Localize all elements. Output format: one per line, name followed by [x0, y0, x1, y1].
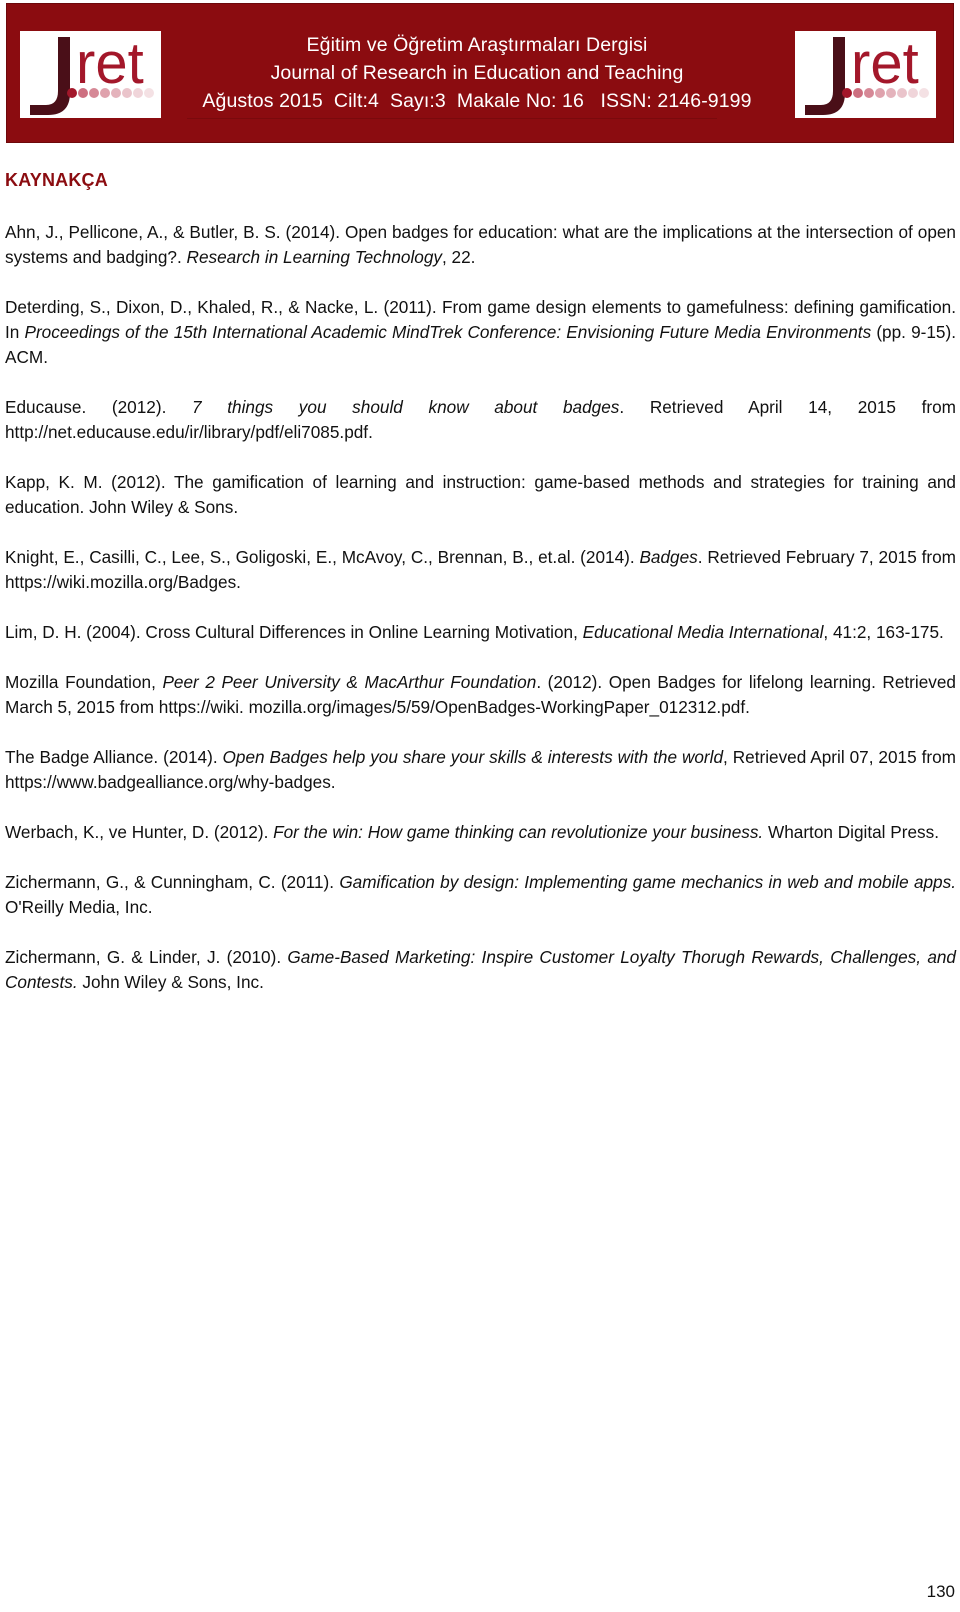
- page-number: 130: [926, 1582, 955, 1601]
- reference-entry: The Badge Alliance. (2014). Open Badges …: [5, 745, 956, 795]
- reference-text: The Badge Alliance. (2014).: [5, 747, 223, 767]
- header-divider: [187, 118, 717, 119]
- reference-entry: Ahn, J., Pellicone, A., & Butler, B. S. …: [5, 220, 956, 270]
- jret-logo-icon: ret: [805, 31, 929, 115]
- reference-entry: Zichermann, G., & Cunningham, C. (2011).…: [5, 870, 956, 920]
- reference-text: Ahn, J., Pellicone, A., & Butler, B. S. …: [5, 222, 956, 267]
- reference-text: Mozilla Foundation,: [5, 672, 163, 692]
- reference-text: Knight, E., Casilli, C., Lee, S., Goligo…: [5, 547, 640, 567]
- reference-entry: Deterding, S., Dixon, D., Khaled, R., & …: [5, 295, 956, 370]
- journal-title-english: Journal of Research in Education and Tea…: [270, 62, 684, 84]
- reference-title-italic: 7 things you should know about badges: [192, 397, 620, 417]
- reference-text: Wharton Digital Press.: [763, 822, 939, 842]
- reference-text: , 41:2, 163-175.: [823, 622, 944, 642]
- journal-header-banner: ret Eğitim ve Öğretim Araştırmaları Derg…: [6, 3, 954, 143]
- reference-entry: Werbach, K., ve Hunter, D. (2012). For t…: [5, 820, 956, 845]
- jret-logo-icon: ret: [30, 31, 154, 115]
- journal-logo-left: ret: [20, 31, 161, 118]
- reference-text: Zichermann, G., & Cunningham, C. (2011).: [5, 872, 340, 892]
- reference-text: Lim, D. H. (2004). Cross Cultural Differ…: [5, 622, 583, 642]
- reference-text: John Wiley & Sons, Inc.: [77, 972, 264, 992]
- reference-title-italic: For the win: How game thinking can revol…: [273, 822, 764, 842]
- reference-entry: Educause. (2012). 7 things you should kn…: [5, 395, 956, 445]
- reference-title-italic: Peer 2 Peer University & MacArthur Found…: [162, 672, 537, 692]
- reference-title-italic: Open Badges help you share your skills &…: [222, 747, 724, 767]
- journal-header-text: Eğitim ve Öğretim Araştırmaları Dergisi …: [167, 31, 787, 115]
- svg-text:ret: ret: [851, 31, 919, 96]
- reference-title-italic: Research in Learning Technology: [186, 247, 442, 267]
- reference-entry: Mozilla Foundation, Peer 2 Peer Universi…: [5, 670, 956, 720]
- svg-text:ret: ret: [76, 31, 144, 96]
- reference-title-italic: Proceedings of the 15th International Ac…: [24, 322, 872, 342]
- reference-list: Ahn, J., Pellicone, A., & Butler, B. S. …: [5, 220, 956, 1020]
- reference-text: Werbach, K., ve Hunter, D. (2012).: [5, 822, 274, 842]
- reference-entry: Kapp, K. M. (2012). The gamification of …: [5, 470, 956, 520]
- reference-entry: Zichermann, G. & Linder, J. (2010). Game…: [5, 945, 956, 995]
- reference-text: , 22.: [441, 247, 476, 267]
- reference-title-italic: Gamification by design: Implementing gam…: [339, 872, 956, 892]
- reference-text: Kapp, K. M. (2012). The gamification of …: [5, 472, 956, 517]
- reference-text: Educause. (2012).: [5, 397, 193, 417]
- journal-logo-right: ret: [795, 31, 936, 118]
- journal-issue-line: Ağustos 2015 Cilt:4 Sayı:3 Makale No: 16…: [202, 90, 752, 112]
- reference-entry: Lim, D. H. (2004). Cross Cultural Differ…: [5, 620, 956, 645]
- journal-title-turkish: Eğitim ve Öğretim Araştırmaları Dergisi: [306, 34, 648, 56]
- section-heading: KAYNAKÇA: [5, 170, 108, 190]
- reference-text: Zichermann, G. & Linder, J. (2010).: [5, 947, 288, 967]
- reference-title-italic: Educational Media International: [582, 622, 824, 642]
- reference-text: O'Reilly Media, Inc.: [5, 897, 153, 917]
- reference-entry: Knight, E., Casilli, C., Lee, S., Goligo…: [5, 545, 956, 595]
- reference-title-italic: Badges: [639, 547, 698, 567]
